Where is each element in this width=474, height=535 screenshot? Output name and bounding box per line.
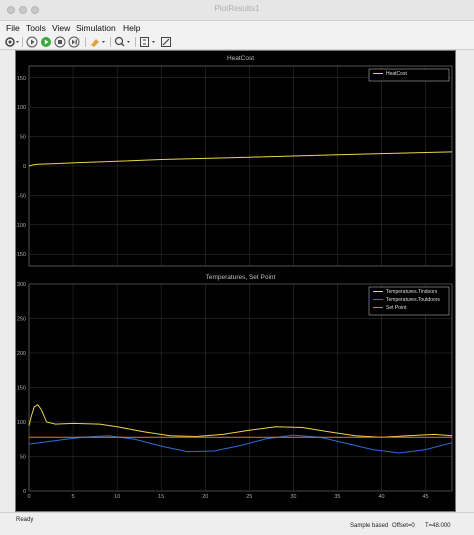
plot-window: PlotResults1 File Tools View Simulation … — [0, 0, 474, 535]
y-tick-label: 300 — [17, 282, 26, 288]
y-tick-label: 0 — [23, 164, 26, 170]
x-tick-label: 30 — [290, 494, 296, 500]
status-ready: Ready — [16, 517, 34, 523]
menu-view[interactable]: View — [52, 23, 70, 33]
y-tick-label: 150 — [17, 76, 26, 82]
x-tick-label: 15 — [158, 494, 164, 500]
heatcost-axes: HeatCost 150 100 50 0 -50 -100 -150 HeatCost — [15, 55, 453, 267]
y-tick-label: -100 — [16, 223, 26, 229]
plots-canvas[interactable]: HeatCost150100500-50-100-150HeatCost Tem… — [15, 51, 455, 511]
y-tick-label: 200 — [17, 351, 26, 357]
title-bar: PlotResults1 — [0, 0, 474, 21]
highlight-icon[interactable] — [89, 36, 107, 48]
legend-label: HeatCost — [386, 71, 407, 77]
y-tick-label: -150 — [16, 252, 26, 258]
y-tick-label: 0 — [23, 489, 26, 495]
toolbar — [0, 35, 474, 50]
status-bar: Ready Sample based Offset=0 T=48.000 — [0, 512, 474, 535]
y-tick-label: 150 — [17, 386, 26, 392]
style-icon[interactable] — [160, 36, 172, 48]
step-icon[interactable] — [68, 36, 80, 48]
x-tick-label: 0 — [27, 494, 30, 500]
status-offset: Offset=0 — [392, 523, 415, 529]
x-tick-label: 5 — [72, 494, 75, 500]
status-time: T=48.000 — [425, 523, 451, 529]
chart-title: HeatCost — [227, 55, 254, 62]
temperatures-axes: Temperatures, Set Point30025020015010050… — [17, 274, 453, 500]
x-tick-label: 35 — [334, 494, 340, 500]
zoom-icon[interactable] — [114, 36, 132, 48]
fit-icon[interactable] — [139, 36, 157, 48]
run-icon[interactable] — [40, 36, 52, 48]
plot-area[interactable]: HeatCost 150 100 50 0 -50 -100 -150 HeatCost Tem… — [15, 50, 456, 512]
stop-icon[interactable] — [54, 36, 66, 48]
x-tick-label: 25 — [246, 494, 252, 500]
x-tick-label: 45 — [423, 494, 429, 500]
menu-simulation[interactable]: Simulation — [76, 23, 116, 33]
legend-label: Set Point — [386, 305, 407, 311]
x-tick-label: 20 — [202, 494, 208, 500]
chart-title: Temperatures, Set Point — [206, 274, 276, 281]
window-title: PlotResults1 — [214, 4, 260, 13]
y-tick-label: 50 — [20, 455, 26, 461]
y-tick-label: 250 — [17, 317, 26, 323]
play-icon[interactable] — [26, 36, 38, 48]
y-tick-label: 50 — [20, 135, 26, 141]
legend — [368, 68, 450, 82]
settings-icon[interactable] — [4, 36, 20, 48]
status-mode: Sample based — [350, 523, 389, 529]
legend-label: Temperatures.Toutdoors — [386, 297, 440, 303]
legend-label: Temperatures.Tindoors — [386, 289, 438, 295]
menu-bar: File Tools View Simulation Help — [0, 21, 474, 35]
y-tick-label: -50 — [18, 193, 26, 199]
x-tick-label: 10 — [114, 494, 120, 500]
menu-help[interactable]: Help — [123, 23, 140, 33]
menu-tools[interactable]: Tools — [26, 23, 46, 33]
x-tick-label: 40 — [378, 494, 384, 500]
y-tick-label: 100 — [17, 105, 26, 111]
menu-file[interactable]: File — [6, 23, 20, 33]
y-tick-label: 100 — [17, 420, 26, 426]
